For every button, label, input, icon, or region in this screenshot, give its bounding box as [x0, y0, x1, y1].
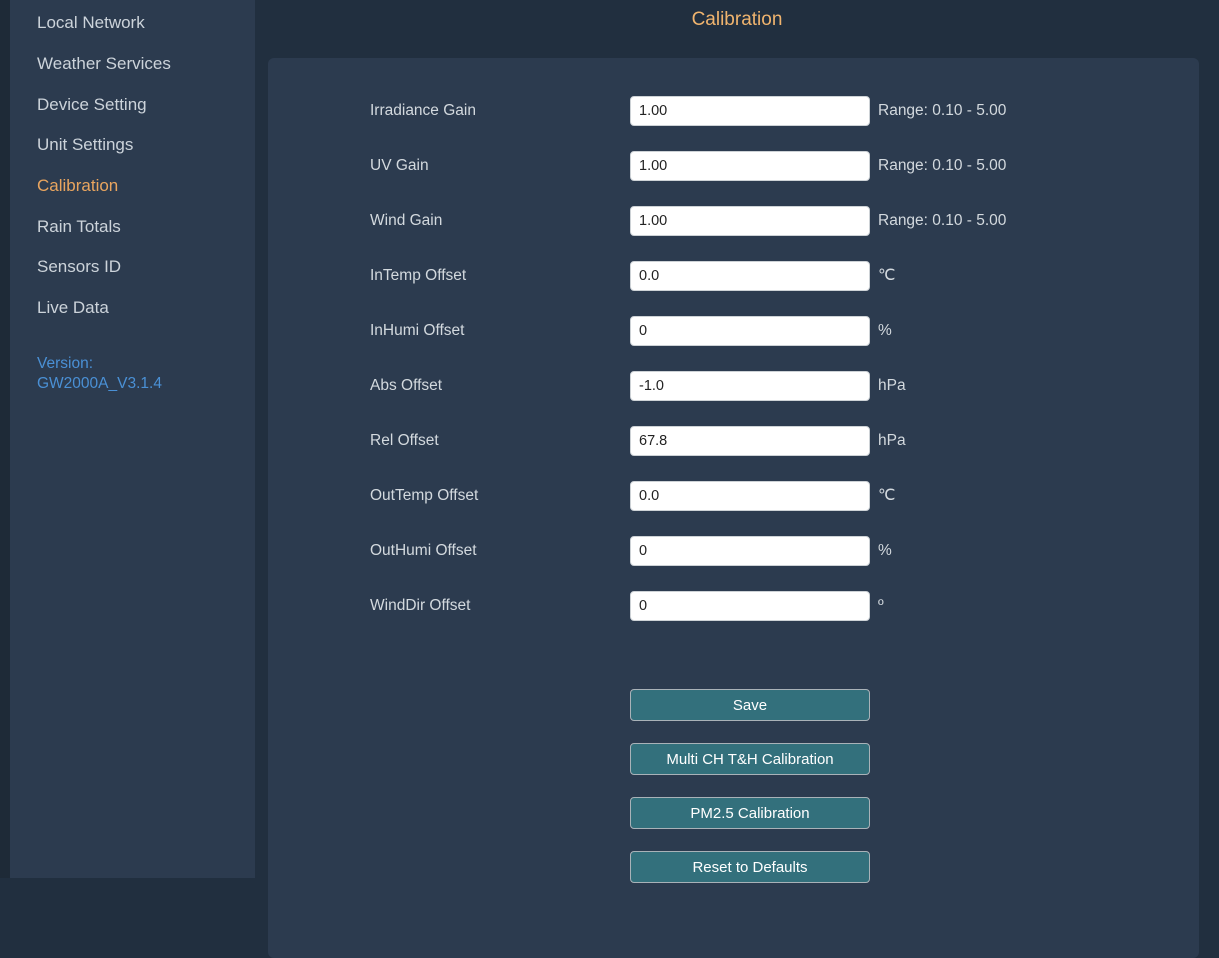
outtemp-offset-input[interactable] [630, 480, 870, 511]
wind-gain-label: Wind Gain [370, 211, 443, 229]
sidebar-item-calibration[interactable]: Calibration [10, 166, 255, 207]
left-edge-strip [0, 0, 10, 878]
sidebar-item-unit-settings[interactable]: Unit Settings [10, 125, 255, 166]
sidebar-item-local-network[interactable]: Local Network [10, 3, 255, 44]
page-title: Calibration [691, 9, 783, 30]
intemp-offset-suffix: ℃ [878, 267, 896, 284]
intemp-offset-row: InTemp Offset ℃ [268, 248, 1199, 303]
sidebar-item-label: Local Network [37, 13, 145, 33]
intemp-offset-input[interactable] [630, 260, 870, 291]
uv-gain-input[interactable] [630, 150, 870, 181]
sidebar-item-live-data[interactable]: Live Data [10, 288, 255, 329]
inhumi-offset-label: InHumi Offset [370, 321, 465, 339]
outtemp-offset-label: OutTemp Offset [370, 486, 479, 504]
sidebar-item-label: Sensors ID [37, 257, 122, 277]
sidebar-item-rain-totals[interactable]: Rain Totals [10, 206, 255, 247]
pm2-5-calibration-button[interactable]: PM2.5 Calibration [630, 797, 870, 829]
irradiance-gain-row: Irradiance Gain Range: 0.10 - 5.00 [268, 83, 1199, 138]
uv-gain-suffix: Range: 0.10 - 5.00 [878, 156, 1007, 174]
outhumi-offset-label: OutHumi Offset [370, 541, 477, 559]
wind-gain-row: Wind Gain Range: 0.10 - 5.00 [268, 193, 1199, 248]
winddir-offset-row: WindDir Offset º [268, 578, 1199, 633]
wind-gain-suffix: Range: 0.10 - 5.00 [878, 211, 1007, 229]
multi-ch-t-h-calibration-button[interactable]: Multi CH T&H Calibration [630, 743, 870, 775]
outtemp-offset-row: OutTemp Offset ℃ [268, 468, 1199, 523]
save-button[interactable]: Save [630, 689, 870, 721]
wind-gain-input[interactable] [630, 205, 870, 236]
outhumi-offset-row: OutHumi Offset % [268, 523, 1199, 578]
firmware-version: Version: GW2000A_V3.1.4 [37, 354, 255, 395]
sidebar-item-label: Live Data [37, 298, 109, 318]
rel-offset-label: Rel Offset [370, 431, 439, 449]
sidebar: Local Network Weather Services Device Sett… [10, 0, 255, 878]
reset-to-defaults-button[interactable]: Reset to Defaults [630, 851, 870, 883]
abs-offset-suffix: hPa [878, 376, 906, 394]
abs-offset-label: Abs Offset [370, 376, 443, 394]
rel-offset-row: Rel Offset hPa [268, 413, 1199, 468]
calibration-form: Irradiance Gain Range: 0.10 - 5.00 UV Ga… [268, 83, 1199, 633]
uv-gain-label: UV Gain [370, 156, 429, 174]
rel-offset-suffix: hPa [878, 431, 906, 449]
action-buttons: Save Multi CH T&H Calibration PM2.5 Calibr… [630, 689, 870, 883]
main-area: Calibration Irradiance Gain Range: 0.10 … [255, 0, 1219, 958]
sidebar-item-label: Device Setting [37, 94, 147, 114]
winddir-offset-label: WindDir Offset [370, 596, 471, 614]
intemp-offset-label: InTemp Offset [370, 266, 467, 284]
sidebar-item-sensors-id[interactable]: Sensors ID [10, 247, 255, 288]
rel-offset-input[interactable] [630, 425, 870, 456]
winddir-offset-suffix: º [878, 596, 884, 614]
abs-offset-row: Abs Offset hPa [268, 358, 1199, 413]
inhumi-offset-input[interactable] [630, 315, 870, 346]
uv-gain-row: UV Gain Range: 0.10 - 5.00 [268, 138, 1199, 193]
outhumi-offset-input[interactable] [630, 535, 870, 566]
winddir-offset-input[interactable] [630, 590, 870, 621]
inhumi-offset-suffix: % [878, 321, 892, 339]
version-label: Version: [37, 354, 94, 372]
sidebar-nav-list: Local Network Weather Services Device Sett… [10, 3, 255, 329]
sidebar-item-device-setting[interactable]: Device Setting [10, 84, 255, 125]
outhumi-offset-suffix: % [878, 541, 892, 559]
sidebar-item-label: Calibration [37, 176, 119, 196]
sidebar-item-label: Rain Totals [37, 216, 121, 236]
inhumi-offset-row: InHumi Offset % [268, 303, 1199, 358]
version-value: GW2000A_V3.1.4 [37, 375, 162, 393]
sidebar-item-weather-services[interactable]: Weather Services [10, 44, 255, 85]
outtemp-offset-suffix: ℃ [878, 487, 896, 504]
calibration-panel: Irradiance Gain Range: 0.10 - 5.00 UV Ga… [268, 58, 1199, 958]
irradiance-gain-label: Irradiance Gain [370, 101, 476, 119]
sidebar-item-label: Weather Services [37, 54, 171, 74]
irradiance-gain-suffix: Range: 0.10 - 5.00 [878, 101, 1007, 119]
abs-offset-input[interactable] [630, 370, 870, 401]
sidebar-item-label: Unit Settings [37, 135, 134, 155]
irradiance-gain-input[interactable] [630, 95, 870, 126]
